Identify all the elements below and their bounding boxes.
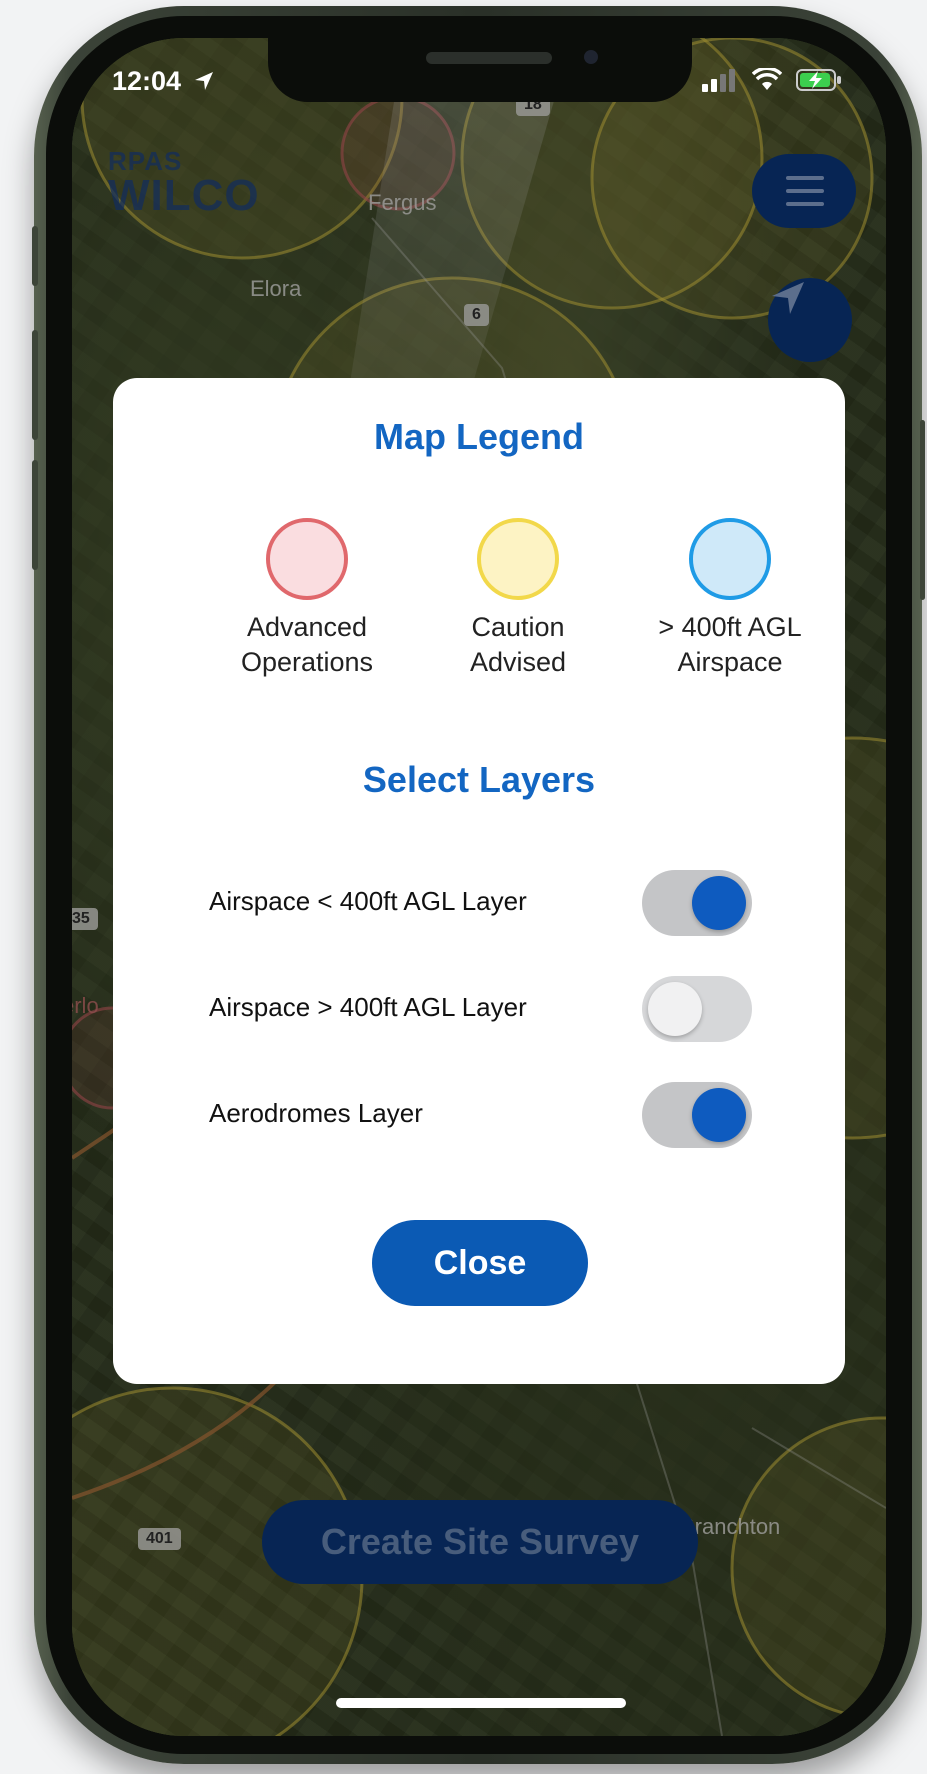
earpiece-speaker — [426, 52, 552, 64]
phone-notch — [268, 38, 692, 102]
legend-label-line2: Airspace — [677, 647, 783, 677]
map-legend-modal: Map Legend Advanced Operations Caution A… — [113, 378, 845, 1384]
layer-label: Aerodromes Layer — [209, 1098, 423, 1128]
airspace-above-400-toggle[interactable] — [642, 976, 752, 1042]
battery-charging-icon — [796, 69, 841, 91]
phone-screen: RPAS WILCO Fergus Elora Branchton erlo 6… — [72, 38, 886, 1736]
legend-label-line1: > 400ft AGL — [658, 612, 802, 642]
silent-switch — [32, 226, 38, 286]
legend-item-advanced-operations: Advanced Operations — [197, 518, 417, 680]
volume-down-button — [32, 460, 38, 570]
legend-label-line2: Advised — [469, 647, 567, 677]
home-indicator[interactable] — [336, 1698, 626, 1708]
legend-label-line2: Operations — [240, 647, 374, 677]
legend-label-line1: Advanced — [246, 612, 368, 642]
caution-advised-swatch — [477, 518, 559, 600]
toggle-knob — [692, 1088, 746, 1142]
layer-row-airspace-below-400: Airspace < 400ft AGL Layer — [209, 870, 769, 936]
signal-bars-icon — [702, 69, 735, 92]
legend-label-line1: Caution — [471, 612, 565, 642]
legend-label: > 400ft AGL Airspace — [620, 610, 840, 680]
volume-up-button — [32, 330, 38, 440]
power-button — [920, 420, 925, 600]
location-arrow-icon — [194, 72, 213, 90]
airspace-below-400-toggle[interactable] — [642, 870, 752, 936]
status-time: 12:04 — [112, 66, 215, 97]
status-icons — [702, 68, 842, 92]
wifi-icon — [752, 68, 782, 90]
advanced-operations-swatch — [266, 518, 348, 600]
above-400ft-airspace-swatch — [689, 518, 771, 600]
layer-label: Airspace > 400ft AGL Layer — [209, 992, 527, 1022]
front-camera — [584, 50, 598, 64]
status-time-text: 12:04 — [112, 66, 182, 96]
legend-label: Advanced Operations — [197, 610, 417, 680]
legend-title: Map Legend — [373, 416, 584, 457]
close-button[interactable]: Close — [372, 1220, 588, 1306]
toggle-knob — [692, 876, 746, 930]
layer-row-aerodromes: Aerodromes Layer — [209, 1082, 769, 1148]
toggle-knob — [648, 982, 702, 1036]
legend-label: Caution Advised — [408, 610, 628, 680]
layer-row-airspace-above-400: Airspace > 400ft AGL Layer — [209, 976, 769, 1042]
aerodromes-toggle[interactable] — [642, 1082, 752, 1148]
legend-item-caution-advised: Caution Advised — [408, 518, 628, 680]
layer-label: Airspace < 400ft AGL Layer — [209, 886, 527, 916]
legend-item-above-400ft-airspace: > 400ft AGL Airspace — [620, 518, 840, 680]
layers-title: Select Layers — [362, 759, 596, 800]
